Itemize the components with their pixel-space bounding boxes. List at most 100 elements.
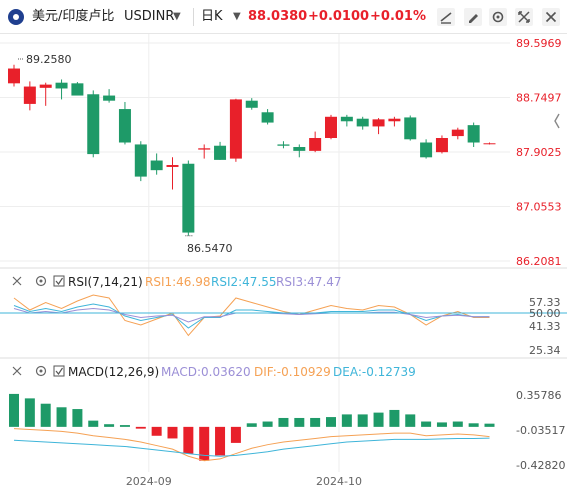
macd-histogram-bar bbox=[151, 426, 162, 436]
macd-histogram-bar bbox=[88, 420, 99, 427]
macd-histogram-bar bbox=[56, 407, 67, 427]
candle-body bbox=[435, 138, 448, 153]
pen-tool-icon[interactable] bbox=[463, 7, 483, 27]
price-axis-label: 86.2081 bbox=[516, 255, 562, 268]
rsi-title: RSI(7,14,21) bbox=[68, 275, 143, 289]
candle-body bbox=[229, 99, 242, 159]
macd-histogram-bar bbox=[262, 421, 273, 427]
candle-body bbox=[404, 117, 417, 140]
macd-axis-label: 0.35786 bbox=[516, 389, 562, 402]
scroll-left-icon[interactable] bbox=[554, 113, 560, 129]
macd-histogram-bar bbox=[373, 412, 384, 427]
macd-histogram-bar bbox=[341, 414, 352, 427]
macd-histogram-bar bbox=[135, 426, 146, 429]
period-caret-icon[interactable]: ▼ bbox=[233, 9, 241, 25]
candle-body bbox=[467, 125, 480, 143]
macd-histogram-bar bbox=[72, 409, 83, 427]
toolbar-divider bbox=[193, 8, 194, 26]
macd-histogram-bar bbox=[484, 423, 495, 427]
expand-icon[interactable] bbox=[514, 7, 534, 27]
macd-settings-icon[interactable] bbox=[35, 365, 47, 377]
rsi-axis-label: 25.34 bbox=[529, 344, 561, 357]
candle-body bbox=[39, 84, 52, 88]
macd-histogram-bar bbox=[389, 409, 400, 427]
candle-body bbox=[356, 118, 369, 127]
macd-histogram-bar bbox=[183, 426, 194, 454]
symbol-ticker[interactable]: USDINR bbox=[124, 9, 174, 25]
macd-histogram-bar bbox=[24, 398, 35, 427]
macd-histogram-bar bbox=[405, 414, 416, 427]
macd-lines bbox=[13, 428, 490, 462]
line-tool-icon[interactable] bbox=[436, 7, 456, 27]
macd-histogram-bar bbox=[452, 421, 463, 427]
price-axis-label: 87.0553 bbox=[516, 201, 562, 214]
candlestick-series bbox=[8, 58, 496, 237]
price-axis-label: 88.7497 bbox=[516, 92, 562, 105]
candle-body bbox=[71, 83, 84, 96]
price-axis-label: 87.9025 bbox=[516, 146, 562, 159]
rsi-close-icon[interactable] bbox=[12, 276, 22, 286]
rsi-settings-icon[interactable] bbox=[35, 275, 47, 287]
symbol-name[interactable]: 美元/印度卢比 bbox=[32, 9, 114, 25]
candle-body bbox=[182, 163, 195, 233]
price-axis: 89.5969 88.7497 87.9025 87.0553 86.2081 bbox=[516, 37, 562, 268]
macd-histogram-bar bbox=[104, 424, 115, 427]
candle-body bbox=[388, 118, 401, 122]
candle-body bbox=[293, 147, 306, 151]
macd-axis-label: -0.42820 bbox=[516, 459, 565, 472]
dea-line bbox=[13, 437, 490, 457]
candle-body bbox=[134, 144, 147, 177]
macd-close-icon[interactable] bbox=[12, 366, 22, 376]
rsi-axis-label: 50.00 bbox=[529, 307, 561, 320]
macd-histogram-bar bbox=[310, 417, 321, 427]
candle-body bbox=[309, 138, 322, 151]
macd-histogram-bar bbox=[421, 421, 432, 427]
rsi1-legend: RSI1:46.98 bbox=[145, 275, 211, 289]
dropdown-caret-icon[interactable]: ▼ bbox=[173, 9, 181, 25]
chart-area[interactable]: 89.5969 88.7497 87.9025 87.0553 86.2081 89.2… bbox=[0, 34, 567, 492]
candle-body bbox=[451, 129, 464, 137]
rsi3-legend: RSI3:47.47 bbox=[276, 275, 342, 289]
high-price-label: 89.2580 bbox=[26, 53, 72, 66]
macd-checkbox-icon[interactable] bbox=[53, 365, 65, 377]
macd-histogram-bar bbox=[357, 414, 368, 427]
time-axis-label: 2024-09 bbox=[126, 475, 172, 488]
candle-body bbox=[55, 82, 68, 89]
flag-icon bbox=[6, 7, 26, 27]
candle-body bbox=[372, 119, 385, 127]
candle-body bbox=[261, 112, 274, 123]
candle-body bbox=[87, 94, 100, 155]
macd-axis-label: -0.03517 bbox=[516, 424, 565, 437]
dea-legend: DEA:-0.12739 bbox=[333, 365, 416, 379]
macd-histogram-bar bbox=[468, 423, 479, 427]
candle-body bbox=[8, 68, 20, 84]
time-axis: 2024-09 2024-10 bbox=[126, 475, 362, 488]
candle-body bbox=[214, 145, 227, 160]
rsi-axis-label: 41.33 bbox=[529, 320, 561, 333]
close-icon[interactable] bbox=[541, 7, 561, 27]
candle-body bbox=[420, 142, 433, 158]
settings-icon[interactable] bbox=[488, 7, 508, 27]
period-selector[interactable]: 日K bbox=[201, 9, 223, 25]
rsi-checkbox-icon[interactable] bbox=[53, 275, 65, 287]
candle-body bbox=[118, 109, 131, 143]
rsi2-legend: RSI2:47.55 bbox=[211, 275, 277, 289]
rsi-panel: RSI(7,14,21) RSI1:46.98 RSI2:47.55 RSI3:… bbox=[0, 275, 567, 357]
macd-histogram-bar bbox=[246, 423, 257, 427]
macd-histogram bbox=[9, 393, 495, 461]
macd-histogram-bar bbox=[215, 426, 226, 456]
low-price-label: 86.5470 bbox=[187, 242, 233, 255]
macd-histogram-bar bbox=[119, 425, 130, 427]
macd-histogram-bar bbox=[9, 393, 19, 427]
macd-panel: MACD(12,26,9) MACD:0.03620 DIF:-0.10929 … bbox=[9, 365, 565, 472]
candle-body bbox=[198, 148, 211, 150]
candle-body bbox=[150, 160, 163, 171]
candle-body bbox=[483, 143, 496, 145]
chart-grid bbox=[0, 34, 567, 472]
rsi1-line bbox=[13, 294, 490, 337]
macd-axis: 0.35786 -0.03517 -0.42820 bbox=[516, 389, 565, 472]
candle-body bbox=[340, 116, 353, 122]
macd-histogram-bar bbox=[436, 422, 447, 427]
macd-histogram-bar bbox=[40, 403, 51, 427]
price-axis-label: 89.5969 bbox=[516, 37, 562, 50]
